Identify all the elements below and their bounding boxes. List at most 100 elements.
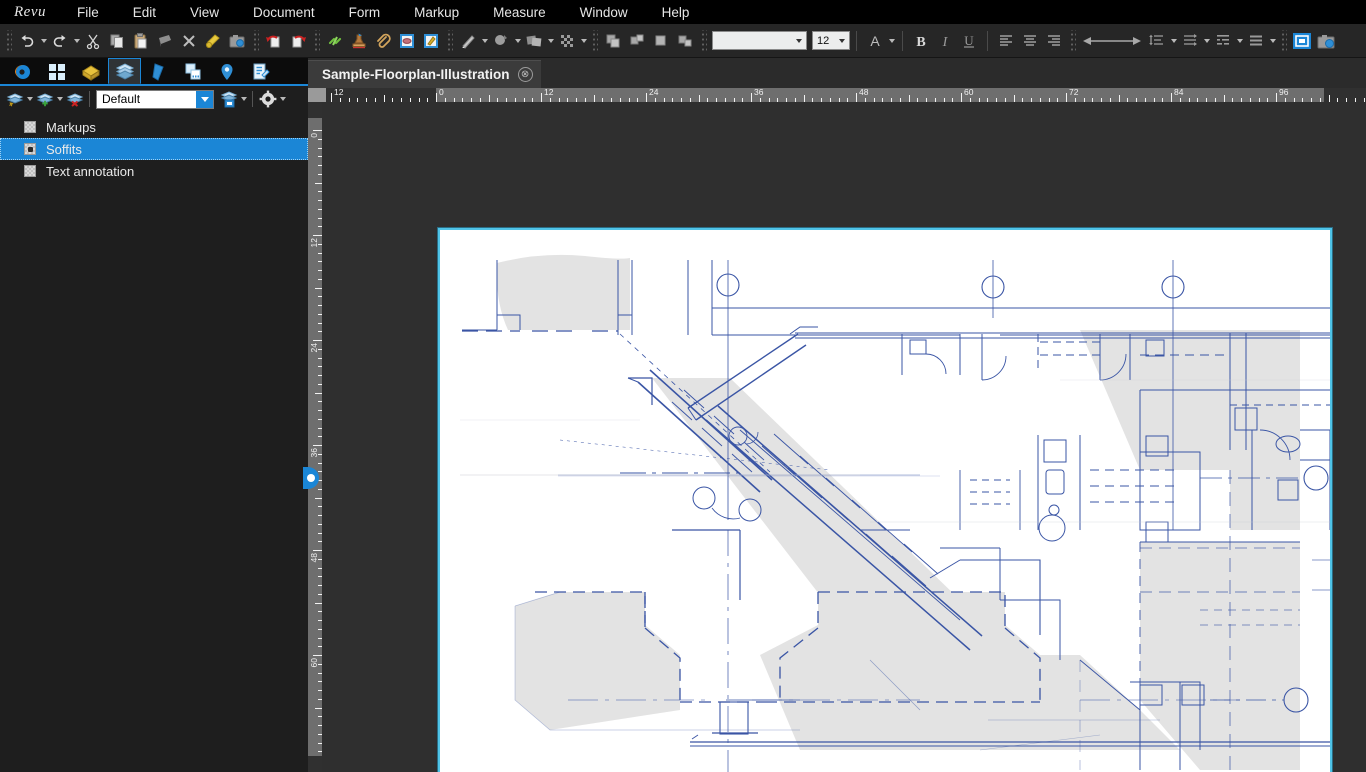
copy-icon[interactable]	[105, 28, 129, 54]
layer-row-text-annotation[interactable]: Text annotation	[0, 160, 308, 182]
vertical-ruler[interactable]: 0 12 24 36 48 60	[308, 102, 322, 772]
text-color-icon[interactable]: A	[863, 28, 887, 54]
redo-icon[interactable]	[48, 28, 72, 54]
pattern-dropdown-icon[interactable]	[579, 28, 588, 54]
highlighter-icon[interactable]	[201, 28, 225, 54]
justify-icon[interactable]	[1244, 28, 1268, 54]
rotate-left-icon[interactable]	[262, 28, 286, 54]
toolbar-grip-4[interactable]	[446, 29, 453, 52]
line-spacing-icon[interactable]	[1145, 28, 1169, 54]
image-stamp-icon[interactable]	[395, 28, 419, 54]
panel-tab-toolchest[interactable]	[74, 58, 107, 84]
align-left-icon[interactable]	[601, 28, 625, 54]
align-right-icon[interactable]	[649, 28, 673, 54]
bold-button[interactable]: B	[909, 28, 933, 54]
panel-tab-bookmarks[interactable]	[142, 58, 175, 84]
align-distribute-icon[interactable]	[673, 28, 697, 54]
panel-tab-spaces[interactable]	[210, 58, 243, 84]
toolbar-grip-7[interactable]	[1069, 29, 1076, 52]
panel-tab-signatures[interactable]	[244, 58, 277, 84]
layer-properties-icon[interactable]	[4, 89, 25, 109]
attachment-icon[interactable]	[371, 28, 395, 54]
menu-form[interactable]: Form	[332, 2, 398, 23]
layer-view-dropdown-icon[interactable]	[196, 90, 213, 108]
link-off-icon[interactable]	[323, 28, 347, 54]
markup-highlight-icon[interactable]	[1290, 28, 1314, 54]
font-size-dropdown-icon[interactable]	[835, 32, 849, 49]
menu-document[interactable]: Document	[236, 2, 332, 23]
italic-button[interactable]: I	[933, 28, 957, 54]
camera-snapshot-icon[interactable]	[1314, 28, 1338, 54]
line-spacing-dropdown-icon[interactable]	[1169, 28, 1178, 54]
paste-icon[interactable]	[129, 28, 153, 54]
text-align-left-icon[interactable]	[994, 28, 1018, 54]
panel-tab-sheets[interactable]	[176, 58, 209, 84]
pattern-icon[interactable]	[555, 28, 579, 54]
menu-edit[interactable]: Edit	[116, 2, 173, 23]
pdf-page[interactable]	[438, 228, 1332, 772]
menu-window[interactable]: Window	[563, 2, 645, 23]
rectangle-icon[interactable]	[522, 28, 546, 54]
tool-stamp-icon[interactable]	[419, 28, 443, 54]
delete-layer-icon[interactable]	[64, 89, 85, 109]
menu-file[interactable]: File	[60, 2, 116, 23]
add-layer-icon[interactable]	[34, 89, 55, 109]
font-family-dropdown-icon[interactable]	[792, 32, 806, 49]
add-layer-dropdown-icon[interactable]	[55, 89, 64, 109]
delete-x-icon[interactable]	[177, 28, 201, 54]
toolbar-grip-8[interactable]	[1280, 29, 1287, 52]
text-align-right-icon[interactable]	[1042, 28, 1066, 54]
indent-dropdown-icon[interactable]	[1202, 28, 1211, 54]
menu-help[interactable]: Help	[645, 2, 707, 23]
font-family-select[interactable]	[712, 31, 807, 50]
horizontal-ruler[interactable]: 12 0 12 24 36 48 60 72 84 96	[308, 88, 1366, 102]
close-icon[interactable]: ⊗	[517, 67, 533, 82]
layer-visibility-checkbox[interactable]	[24, 121, 36, 133]
font-size-select[interactable]: 12	[812, 31, 850, 50]
pen-dropdown-icon[interactable]	[480, 28, 489, 54]
revu-logo[interactable]: Revu	[0, 4, 60, 21]
text-color-dropdown-icon[interactable]	[887, 28, 896, 54]
stamp-icon[interactable]	[347, 28, 371, 54]
pen-icon[interactable]	[456, 28, 480, 54]
panel-tab-layers[interactable]	[108, 58, 141, 84]
layer-visibility-checkbox[interactable]	[24, 143, 36, 155]
panel-tab-thumbnails[interactable]	[40, 58, 73, 84]
toolbar-grip-2[interactable]	[252, 29, 259, 52]
indent-icon[interactable]	[1178, 28, 1202, 54]
undo-icon[interactable]	[15, 28, 39, 54]
align-center-icon[interactable]	[625, 28, 649, 54]
redo-dropdown-icon[interactable]	[72, 28, 81, 54]
panel-tab-bluebeam[interactable]	[6, 58, 39, 84]
menu-view[interactable]: View	[173, 2, 236, 23]
rectangle-dropdown-icon[interactable]	[546, 28, 555, 54]
menu-markup[interactable]: Markup	[397, 2, 476, 23]
double-arrow-icon[interactable]	[1079, 28, 1145, 54]
shape-dropdown-icon[interactable]	[513, 28, 522, 54]
rotate-right-icon[interactable]	[286, 28, 310, 54]
layer-view-select[interactable]: Default	[96, 89, 214, 109]
layer-visibility-checkbox[interactable]	[24, 165, 36, 177]
underline-button[interactable]: U	[957, 28, 981, 54]
toolbar-grip-6[interactable]	[700, 29, 707, 52]
toolbar-grip[interactable]	[5, 29, 12, 52]
toolbar-grip-3[interactable]	[313, 29, 320, 52]
snapshot-icon[interactable]	[225, 28, 249, 54]
undo-dropdown-icon[interactable]	[39, 28, 48, 54]
menu-measure[interactable]: Measure	[476, 2, 563, 23]
justify-dropdown-icon[interactable]	[1268, 28, 1277, 54]
pdf-canvas[interactable]	[322, 102, 1366, 772]
document-tab[interactable]: Sample-Floorplan-Illustration ⊗	[308, 60, 541, 88]
list-dropdown-icon[interactable]	[1235, 28, 1244, 54]
layer-row-soffits[interactable]: Soffits	[0, 138, 308, 160]
layer-properties-dropdown-icon[interactable]	[25, 89, 34, 109]
layer-settings-dropdown-icon[interactable]	[278, 89, 287, 109]
layer-snapshot-dropdown-icon[interactable]	[239, 89, 248, 109]
toolbar-grip-5[interactable]	[591, 29, 598, 52]
layer-settings-icon[interactable]	[257, 89, 278, 109]
layer-snapshot-icon[interactable]	[218, 89, 239, 109]
layer-row-markups[interactable]: Markups	[0, 116, 308, 138]
shape-icon[interactable]	[489, 28, 513, 54]
cut-icon[interactable]	[81, 28, 105, 54]
eraser-icon[interactable]	[153, 28, 177, 54]
